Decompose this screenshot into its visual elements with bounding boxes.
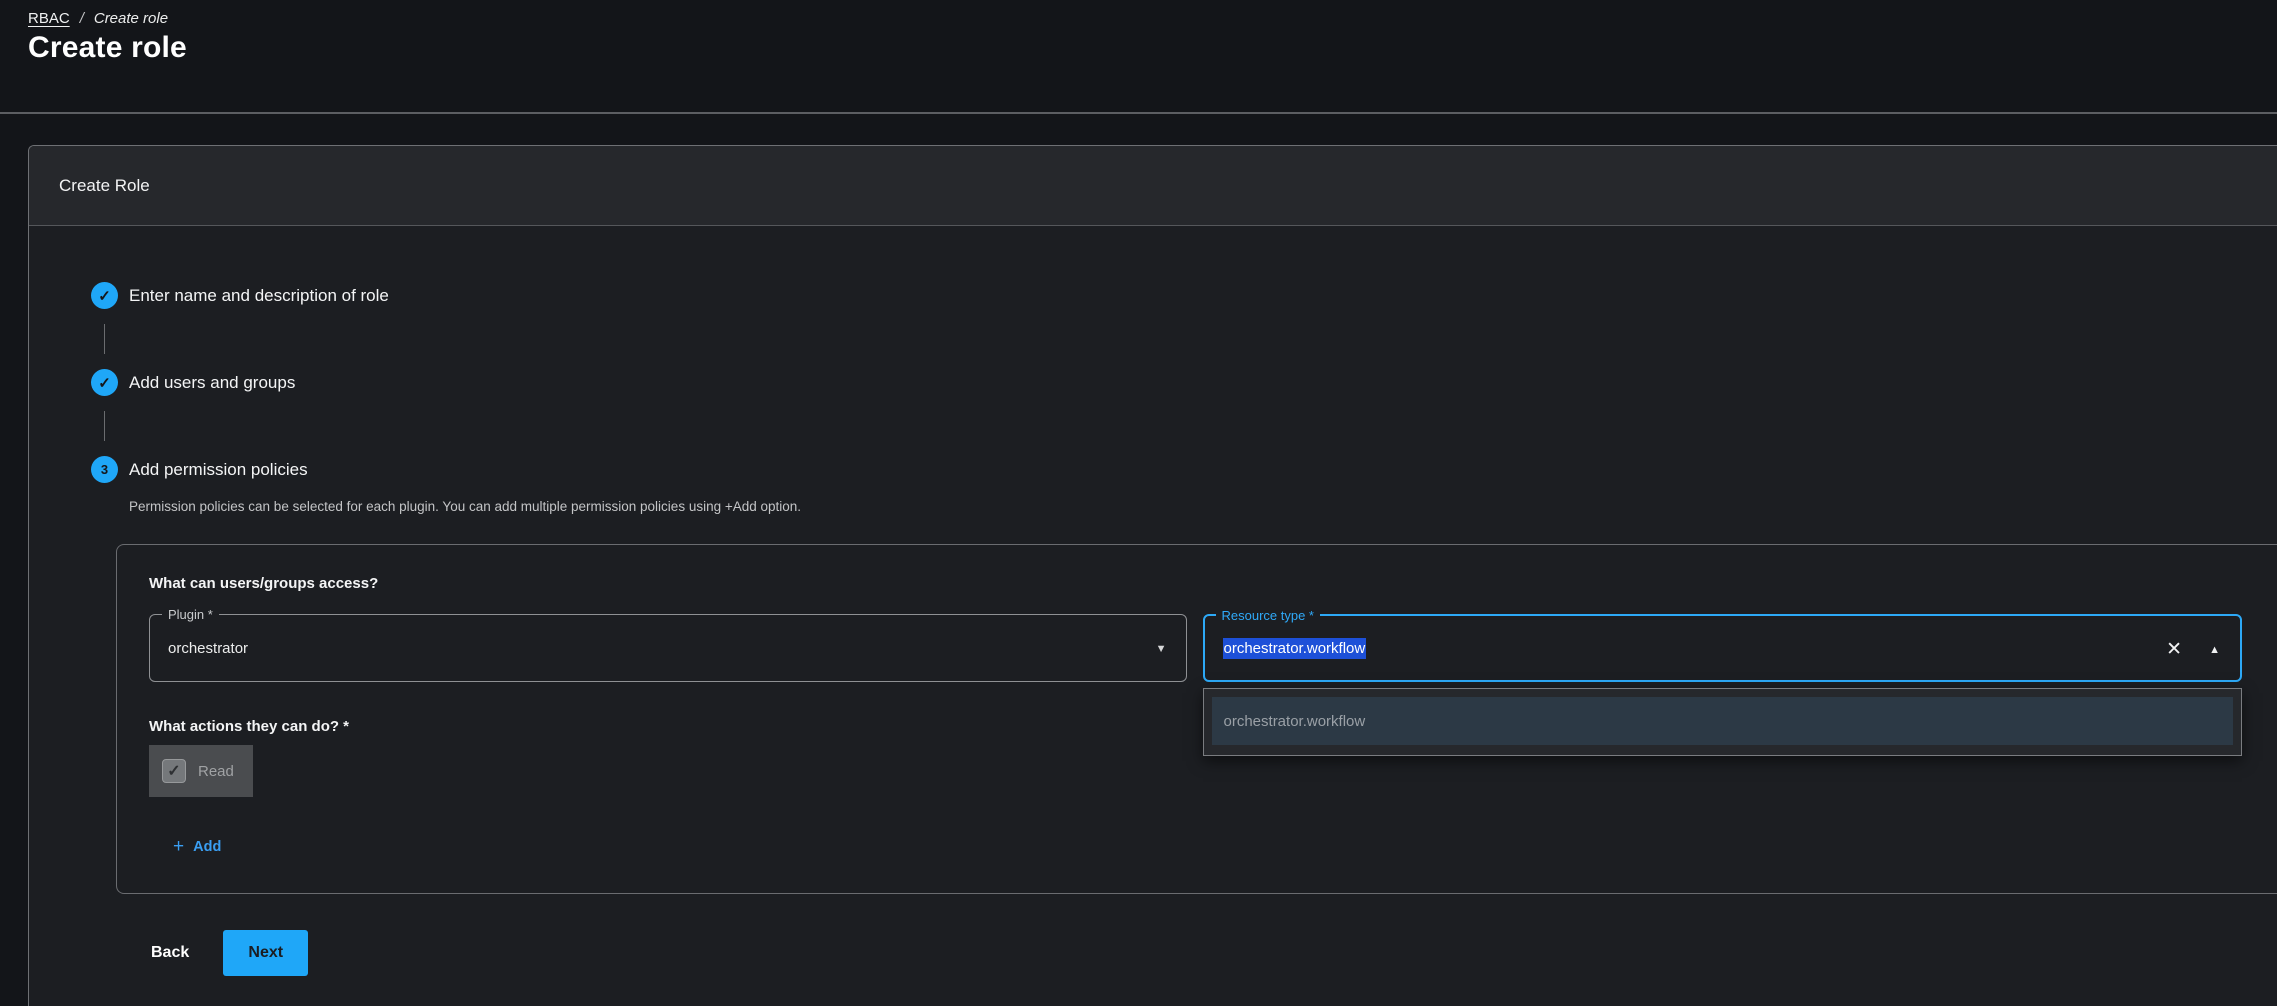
- breadcrumb-rbac-link[interactable]: RBAC: [28, 10, 70, 27]
- plugin-select-label: Plugin *: [162, 606, 219, 623]
- breadcrumb: RBAC / Create role: [28, 10, 2277, 27]
- dropdown-option[interactable]: orchestrator.workflow: [1212, 697, 2234, 745]
- access-question: What can users/groups access?: [149, 575, 2242, 592]
- page-title: Create role: [28, 31, 2277, 65]
- step-completed-check-icon: ✓: [91, 282, 118, 309]
- read-action-label: Read: [198, 763, 234, 780]
- resource-type-input-value[interactable]: orchestrator.workflow: [1223, 638, 1367, 659]
- resource-type-label: Resource type *: [1216, 607, 1321, 624]
- read-action-checkbox[interactable]: ✓ Read: [149, 745, 253, 797]
- card-body: ✓ Enter name and description of role ✓ A…: [29, 226, 2277, 1006]
- step-name-description: ✓ Enter name and description of role: [91, 282, 2277, 309]
- step-number-icon: 3: [91, 456, 118, 483]
- breadcrumb-separator: /: [80, 10, 84, 27]
- plugin-resource-row: Plugin * orchestrator ▼ Resource type * …: [149, 614, 2242, 682]
- step-connector: [104, 411, 105, 441]
- plus-icon: +: [173, 837, 184, 856]
- stepper: ✓ Enter name and description of role ✓ A…: [91, 282, 2277, 514]
- plugin-select-value: orchestrator: [150, 640, 248, 657]
- resource-type-combobox[interactable]: Resource type * orchestrator.workflow ✕ …: [1203, 614, 2243, 682]
- card-header: Create Role: [29, 146, 2277, 226]
- chevron-up-icon[interactable]: ▲: [2209, 645, 2220, 656]
- clear-icon[interactable]: ✕: [2166, 638, 2182, 661]
- card-title: Create Role: [59, 176, 150, 196]
- chevron-down-icon[interactable]: ▼: [1156, 644, 1167, 655]
- resource-type-dropdown: orchestrator.workflow: [1203, 688, 2243, 756]
- breadcrumb-current: Create role: [94, 10, 168, 27]
- plugin-select[interactable]: Plugin * orchestrator ▼: [149, 614, 1187, 682]
- wizard-footer: Back Next: [133, 930, 2277, 1006]
- step-description: Permission policies can be selected for …: [129, 499, 2277, 514]
- add-permission-button[interactable]: + Add: [157, 829, 237, 864]
- step-completed-check-icon: ✓: [91, 369, 118, 396]
- create-role-card: Create Role ✓ Enter name and description…: [28, 145, 2277, 1006]
- step-label: Enter name and description of role: [129, 286, 389, 306]
- back-button[interactable]: Back: [133, 930, 207, 976]
- add-permission-label: Add: [193, 839, 221, 855]
- step-connector: [104, 324, 105, 354]
- step-label: Add users and groups: [129, 373, 295, 393]
- step-permission-policies: 3 Add permission policies: [91, 456, 2277, 483]
- next-button[interactable]: Next: [223, 930, 308, 976]
- checkbox-checked-icon: ✓: [162, 759, 186, 783]
- page-header: RBAC / Create role Create role: [0, 0, 2277, 114]
- step-label: Add permission policies: [129, 460, 308, 480]
- step-users-groups: ✓ Add users and groups: [91, 369, 2277, 396]
- permission-policy-card: What can users/groups access? Plugin * o…: [116, 544, 2277, 894]
